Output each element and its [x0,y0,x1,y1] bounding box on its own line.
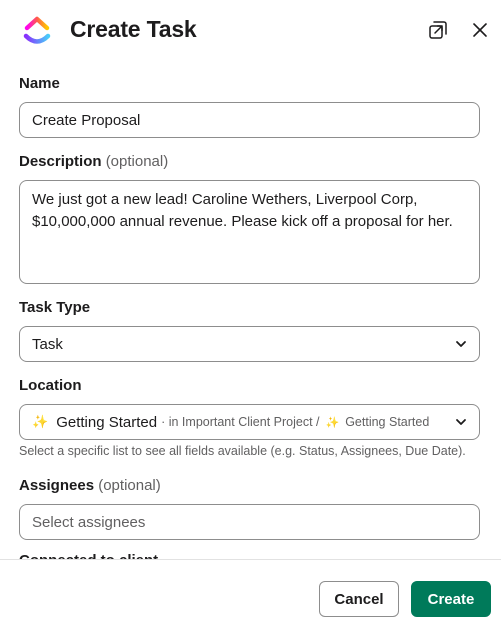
description-label: Description (optional) [19,153,168,170]
location-hint: Select a specific list to see all fields… [19,444,466,458]
name-input[interactable]: Create Proposal [19,102,480,138]
location-select[interactable]: ✨ Getting Started · in Important Client … [19,404,480,440]
location-list-name: Getting Started [56,413,158,431]
cancel-button[interactable]: Cancel [319,581,399,617]
task-type-label: Task Type [19,299,91,316]
description-optional: (optional) [105,153,169,170]
create-button[interactable]: Create [411,581,491,617]
description-label-text: Description [19,153,102,170]
open-in-window-icon[interactable] [427,19,449,41]
task-type-select[interactable]: Task [19,326,480,362]
location-value: ✨ Getting Started · in Important Client … [32,414,429,431]
assignees-placeholder: Select assignees [32,513,146,531]
name-input-value: Create Proposal [32,111,141,129]
assignees-optional: (optional) [98,477,161,494]
dialog-footer: Cancel Create [0,559,501,628]
task-type-value: Task [32,335,63,353]
close-icon[interactable] [469,19,491,41]
name-label: Name [19,75,60,92]
assignees-label: Assignees (optional) [19,477,161,494]
dialog-header: Create Task [0,0,501,62]
sparkles-icon: ✨ [32,414,49,429]
clickup-logo-icon [22,12,52,48]
description-textarea[interactable]: We just got a new lead! Caroline Wethers… [19,180,480,284]
dialog-title: Create Task [70,16,197,42]
assignees-label-text: Assignees [19,477,95,494]
description-value: We just got a new lead! Caroline Wethers… [32,191,453,230]
chevron-down-icon [455,338,467,350]
location-sub-list: Getting Started [345,415,430,429]
sparkles-icon: ✨ [325,416,340,429]
chevron-down-icon [455,416,467,428]
location-label: Location [19,377,82,394]
location-context: · in Important Client Project / [161,415,320,429]
assignees-select[interactable]: Select assignees [19,504,480,540]
